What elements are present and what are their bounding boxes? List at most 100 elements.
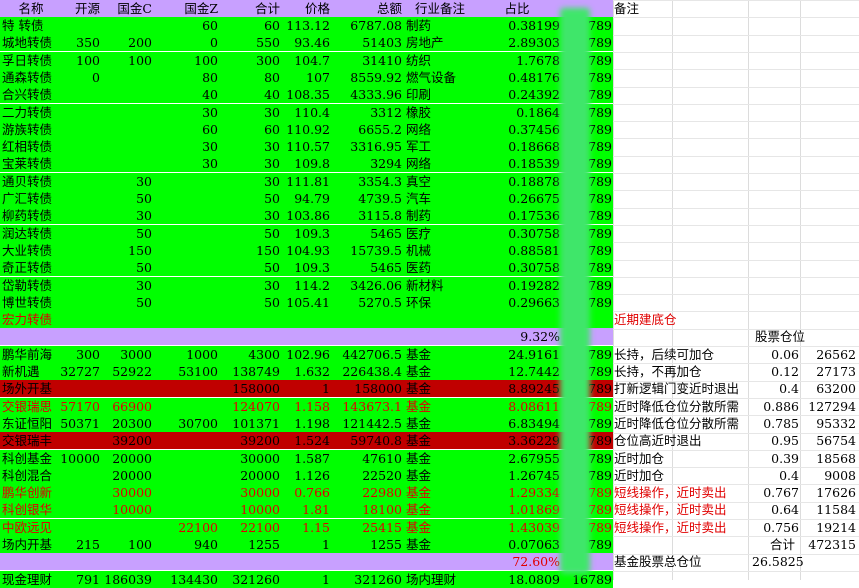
table-cell[interactable]: 3000 — [100, 346, 152, 363]
table-row[interactable]: 博世转债 50 50 105.41 5270.5 环保 0.29663 789 — [0, 294, 613, 311]
table-cell[interactable]: 柳药转债 — [2, 207, 60, 224]
table-cell[interactable]: 57170 — [60, 398, 100, 415]
table-row[interactable]: 场内开基 215 100 940 1255 1 1255 基金 0.07063 789 — [0, 536, 613, 553]
table-cell[interactable]: 1.198 — [280, 415, 330, 432]
table-cell[interactable]: 4333.96 — [330, 86, 402, 103]
table-cell[interactable]: 1.15 — [280, 519, 330, 536]
table-cell[interactable]: 新材料 — [406, 277, 474, 294]
table-cell[interactable]: 10000 — [60, 450, 100, 467]
table-cell[interactable]: 6787.08 — [330, 17, 402, 34]
table-cell[interactable]: 特 转债 — [2, 17, 60, 34]
amount-cell[interactable]: 127294 — [800, 398, 856, 415]
table-cell[interactable]: 基金 — [406, 450, 474, 467]
table-cell[interactable]: 环保 — [406, 294, 474, 311]
position-value[interactable]: 26.5825 — [752, 553, 804, 570]
table-cell[interactable]: 30 — [100, 173, 152, 190]
note-cell[interactable]: 近时加仓 — [614, 467, 664, 484]
table-cell[interactable]: 442706.5 — [330, 346, 402, 363]
table-cell[interactable]: 40 — [218, 86, 280, 103]
table-cell[interactable]: 机械 — [406, 242, 474, 259]
table-cell[interactable]: 24.9161 — [474, 346, 560, 363]
table-cell[interactable]: 50 — [100, 190, 152, 207]
note-cell[interactable]: 短线操作，近时卖出 — [614, 484, 727, 501]
ratio-cell[interactable]: 0.39 — [748, 450, 799, 467]
table-cell[interactable]: 0.48176 — [474, 69, 560, 86]
table-cell[interactable]: 8.89245 — [474, 380, 560, 397]
table-cell[interactable]: 0 — [60, 69, 100, 86]
table-row[interactable]: 宏力转债 — [0, 311, 613, 328]
table-cell[interactable]: 0.17536 — [474, 207, 560, 224]
table-cell[interactable]: 真空 — [406, 173, 474, 190]
ratio-cell[interactable]: 0.785 — [748, 415, 799, 432]
table-cell[interactable]: 150 — [218, 242, 280, 259]
table-row[interactable]: 交银瑞思 57170 66900 124070 1.158 143673.1 基金 8.086… — [0, 398, 613, 415]
table-cell[interactable]: 80 — [152, 69, 218, 86]
table-cell[interactable]: 226438.4 — [330, 363, 402, 380]
table-cell[interactable]: 30 — [218, 138, 280, 155]
table-cell[interactable]: 350 — [60, 34, 100, 51]
note-cell[interactable]: 近时降低仓位分散所需 — [614, 398, 739, 415]
table-cell[interactable]: 300 — [218, 52, 280, 69]
table-cell[interactable]: 网络 — [406, 155, 474, 172]
table-cell[interactable]: 制药 — [406, 207, 474, 224]
table-cell[interactable]: 30000 — [100, 484, 152, 501]
table-cell[interactable]: 103.86 — [280, 207, 330, 224]
table-cell[interactable]: 30 — [218, 155, 280, 172]
note-cell[interactable]: 短线操作，近时卖出 — [614, 501, 727, 518]
table-cell[interactable]: 印刷 — [406, 86, 474, 103]
table-cell[interactable]: 50 — [100, 259, 152, 276]
table-cell[interactable]: 1 — [280, 536, 330, 553]
table-cell[interactable]: 场内开基 — [2, 536, 60, 553]
table-cell[interactable]: 100 — [152, 52, 218, 69]
table-cell[interactable]: 0.26675 — [474, 190, 560, 207]
table-cell[interactable]: 30 — [100, 277, 152, 294]
table-cell[interactable]: 0.38199 — [474, 17, 560, 34]
table-cell[interactable]: 3426.06 — [330, 277, 402, 294]
table-cell[interactable]: 25415 — [330, 519, 402, 536]
header-cell[interactable]: 国金Z — [152, 0, 218, 17]
table-cell[interactable]: 102.96 — [280, 346, 330, 363]
header-cell[interactable]: 占比 — [474, 0, 560, 17]
table-cell[interactable]: 6.83494 — [474, 415, 560, 432]
table-cell[interactable]: 汽车 — [406, 190, 474, 207]
table-cell[interactable]: 基金 — [406, 467, 474, 484]
table-row[interactable]: 科创基金 10000 20000 30000 1.587 47610 基金 2.67955 78… — [0, 450, 613, 467]
header-cell[interactable]: 总额 — [330, 0, 402, 17]
table-row[interactable]: 中欧远见 22100 22100 1.15 25415 基金 1.43039 789 — [0, 519, 613, 536]
table-cell[interactable]: 60 — [152, 121, 218, 138]
table-cell[interactable]: 138749 — [218, 363, 280, 380]
table-cell[interactable]: 60 — [218, 121, 280, 138]
table-cell[interactable]: 47610 — [330, 450, 402, 467]
ratio-cell[interactable]: 0.64 — [748, 501, 799, 518]
table-cell[interactable]: 108.35 — [280, 86, 330, 103]
table-cell[interactable]: 8.08611 — [474, 398, 560, 415]
amount-cell[interactable]: 95332 — [800, 415, 856, 432]
table-cell[interactable]: 3316.95 — [330, 138, 402, 155]
table-cell[interactable]: 114.2 — [280, 277, 330, 294]
table-cell[interactable]: 0 — [152, 34, 218, 51]
table-cell[interactable]: 房地产 — [406, 34, 474, 51]
table-cell[interactable]: 军工 — [406, 138, 474, 155]
table-cell[interactable]: 100 — [60, 52, 100, 69]
header-cell[interactable]: 开源 — [60, 0, 100, 17]
table-cell[interactable]: 150 — [100, 242, 152, 259]
note-cell[interactable]: 近时降低仓位分散所需 — [614, 415, 739, 432]
table-cell[interactable]: 孚日转债 — [2, 52, 60, 69]
table-cell[interactable]: 20000 — [100, 467, 152, 484]
table-cell[interactable]: 通贝转债 — [2, 173, 60, 190]
amount-cell[interactable]: 56754 — [800, 432, 856, 449]
table-cell[interactable]: 1000 — [152, 346, 218, 363]
table-cell[interactable]: 22100 — [152, 519, 218, 536]
table-cell[interactable]: 12.7442 — [474, 363, 560, 380]
amount-cell[interactable]: 9008 — [800, 467, 856, 484]
table-cell[interactable]: 110.4 — [280, 104, 330, 121]
table-cell[interactable]: 基金 — [406, 380, 474, 397]
table-row[interactable]: 润达转债 50 50 109.3 5465 医疗 0.30758 789 — [0, 225, 613, 242]
table-cell[interactable]: 109.3 — [280, 225, 330, 242]
table-cell[interactable]: 40 — [152, 86, 218, 103]
table-cell[interactable]: 110.92 — [280, 121, 330, 138]
table-cell[interactable]: 红相转债 — [2, 138, 60, 155]
table-row[interactable]: 城地转债 350 200 0 550 93.46 51403 房地产 2.89303 789 — [0, 34, 613, 51]
table-cell[interactable]: 基金 — [406, 501, 474, 518]
table-cell[interactable]: 基金 — [406, 432, 474, 449]
